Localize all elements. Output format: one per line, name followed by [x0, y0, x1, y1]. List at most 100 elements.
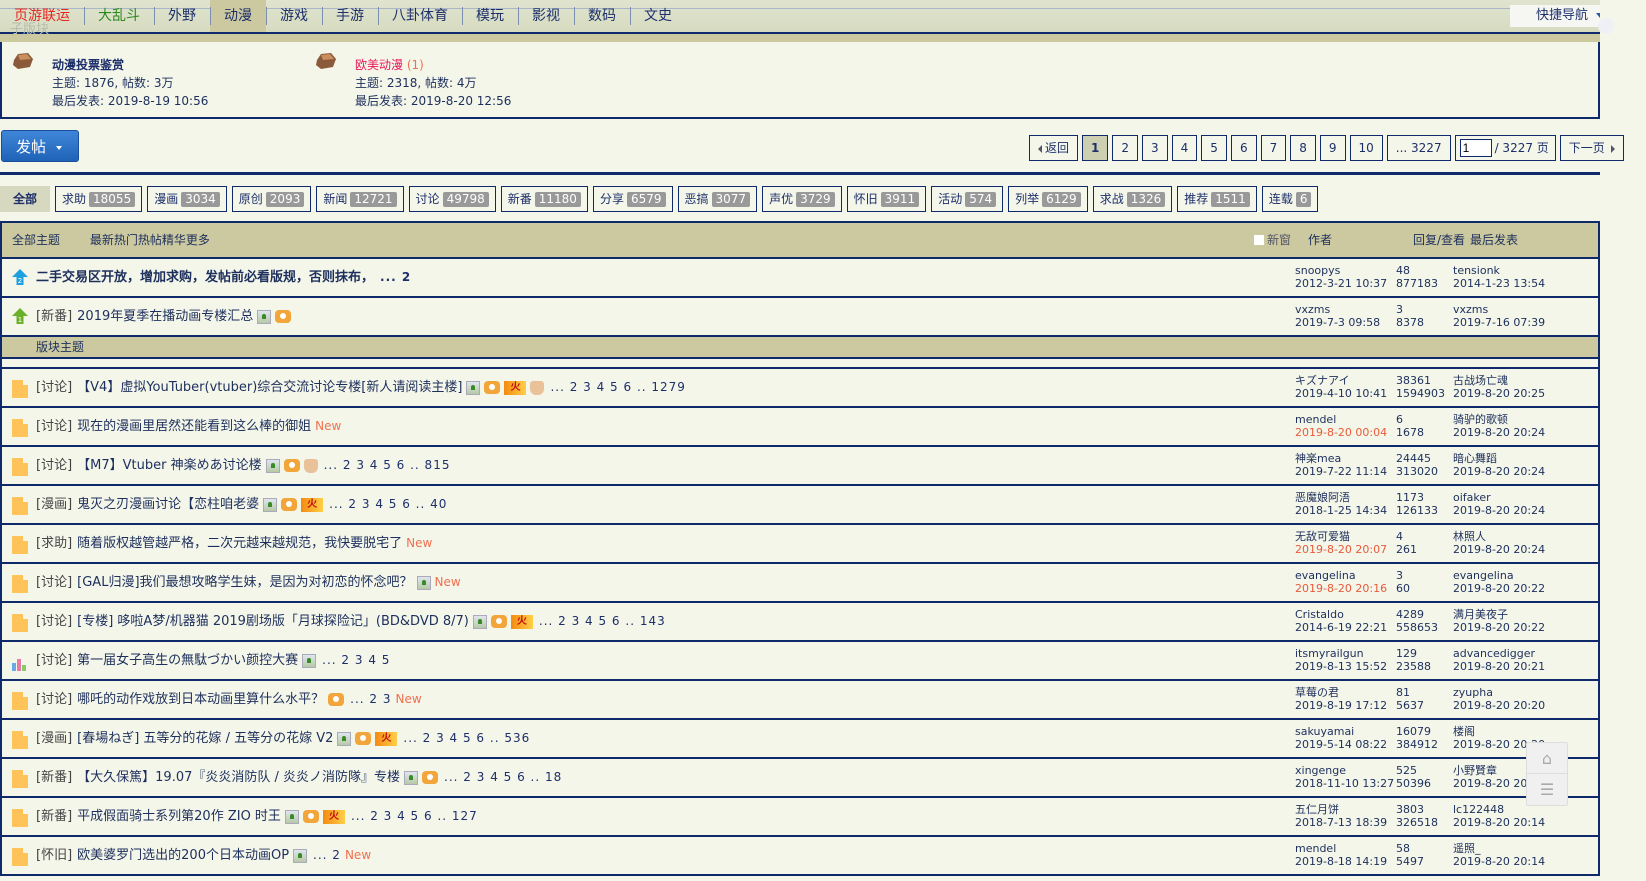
pager-page[interactable]: 5 — [1201, 135, 1227, 161]
last-post-date[interactable]: 2014-1-23 13:54 — [1453, 277, 1545, 290]
last-post-user[interactable]: evangelina — [1453, 569, 1545, 582]
last-post-user[interactable]: 骑驴的歌顿 — [1453, 413, 1545, 426]
type-filter-item[interactable]: 连载 6 — [1261, 186, 1319, 212]
type-filter-item[interactable]: 求助 18055 — [55, 186, 143, 212]
author-name[interactable]: mendel — [1295, 413, 1387, 426]
header-filter-link[interactable]: 热门 — [114, 233, 138, 247]
thread-title-link[interactable]: 欧美婆罗门选出的200个日本动画OP — [77, 848, 289, 863]
last-post-date[interactable]: 2019-8-20 20:24 — [1453, 426, 1545, 439]
type-filter-item[interactable]: 声优 3729 — [762, 186, 842, 212]
type-filter-item[interactable]: 新番 11180 — [500, 186, 588, 212]
last-post-date[interactable]: 2019-8-20 20:25 — [1453, 387, 1545, 400]
header-filter-link[interactable]: 热帖 — [138, 233, 162, 247]
author-name[interactable]: mendel — [1295, 842, 1387, 855]
last-post-user[interactable]: 遥照_ — [1453, 842, 1545, 855]
thread-page-links[interactable]: ... 2 3 4 5 6 .. 1279 — [550, 380, 686, 394]
back-to-top-button[interactable]: ⌂ — [1527, 743, 1567, 773]
type-filter-item[interactable]: 推荐 1511 — [1177, 186, 1257, 212]
type-filter-item[interactable]: 求战 1326 — [1092, 186, 1173, 212]
thread-type-tag[interactable]: [新番] — [36, 770, 72, 785]
author-name[interactable]: vxzms — [1295, 303, 1380, 316]
last-post-user[interactable]: 古战场亡魂 — [1453, 374, 1545, 387]
pager-page[interactable]: 8 — [1290, 135, 1316, 161]
pager-page[interactable]: 1 — [1082, 135, 1109, 161]
type-filter-item[interactable]: 活动 574 — [931, 186, 1004, 212]
sort-author[interactable]: 作者 — [1308, 223, 1332, 257]
nav-item[interactable]: 手游 — [322, 0, 378, 32]
thread-type-tag[interactable]: [讨论] — [36, 458, 72, 473]
nav-item[interactable]: 大乱斗 — [84, 0, 154, 32]
last-post-user[interactable]: 楼阁 — [1453, 725, 1545, 738]
thread-type-tag[interactable]: [讨论] — [36, 419, 72, 434]
type-filter-item[interactable]: 恶搞 3077 — [677, 186, 758, 212]
last-post-date[interactable]: 2019-7-16 07:39 — [1453, 316, 1545, 329]
thread-type-tag[interactable]: [漫画] — [36, 731, 72, 746]
header-filter-link[interactable]: 精华 — [162, 233, 186, 247]
subforum-name[interactable]: 欧美动漫 — [355, 58, 403, 72]
nav-item[interactable]: 影视 — [518, 0, 574, 32]
thread-title-link[interactable]: 【M7】Vtuber 神楽めあ讨论楼 — [77, 458, 261, 473]
type-filter-item[interactable]: 新闻 12721 — [316, 186, 404, 212]
pager-next-button[interactable]: 下一页 — [1559, 135, 1624, 161]
thread-page-links[interactable]: ... 2 3 4 5 6 .. 127 — [351, 809, 478, 823]
thread-title-link[interactable]: 【大久保篤】19.07『炎炎消防队 / 炎炎ノ消防隊』专楼 — [77, 770, 400, 785]
thread-type-tag[interactable]: [讨论] — [36, 653, 72, 668]
thread-type-tag[interactable]: [讨论] — [36, 614, 72, 629]
last-post-user[interactable]: oifaker — [1453, 491, 1545, 504]
author-name[interactable]: 草莓の君 — [1295, 686, 1387, 699]
thread-page-links[interactable]: ... 2 3 4 5 6 .. 143 — [539, 614, 666, 628]
pager-back-button[interactable]: 返回 — [1029, 135, 1079, 161]
last-post-user[interactable]: zyupha — [1453, 686, 1545, 699]
type-filter-item[interactable]: 全部 — [0, 186, 51, 212]
sort-last-post[interactable]: 最后发表 — [1470, 223, 1518, 257]
last-post-date[interactable]: 2019-8-20 20:14 — [1453, 816, 1545, 829]
thread-title-link[interactable]: 平成假面骑士系列第20作 ZIO 时王 — [77, 809, 281, 824]
nav-item[interactable]: 数码 — [574, 0, 630, 32]
author-name[interactable]: 神楽mea — [1295, 452, 1387, 465]
thread-page-links[interactable]: ... 2 3 4 5 6 .. 18 — [444, 770, 562, 784]
thread-page-links[interactable]: ... 2 3 — [350, 692, 391, 706]
author-name[interactable]: xingenge — [1295, 764, 1394, 777]
pager-page[interactable]: 10 — [1349, 135, 1383, 161]
thread-title-link[interactable]: 哪吒的动作戏放到日本动画里算什么水平？ — [77, 692, 324, 707]
thread-list-button[interactable]: ☰ — [1527, 773, 1567, 804]
last-post-user[interactable]: 满月美夜子 — [1453, 608, 1545, 621]
author-name[interactable]: キズナアイ — [1295, 374, 1387, 387]
author-name[interactable]: 五仁月饼 — [1295, 803, 1387, 816]
author-name[interactable]: snoopys — [1295, 264, 1387, 277]
sort-replies-views[interactable]: 回复/查看 — [1413, 223, 1465, 257]
thread-page-links[interactable]: ... 2 — [313, 848, 341, 862]
thread-type-tag[interactable]: [新番] — [36, 809, 72, 824]
thread-page-links[interactable]: ... 2 3 4 5 6 .. 40 — [329, 497, 447, 511]
subforum-name[interactable]: 动漫投票鉴赏 — [52, 58, 124, 72]
thread-type-tag[interactable]: [讨论] — [36, 380, 72, 395]
last-post-user[interactable]: advancedigger — [1453, 647, 1545, 660]
author-name[interactable]: evangelina — [1295, 569, 1387, 582]
last-post-user[interactable]: tensionk — [1453, 264, 1545, 277]
thread-title-link[interactable]: 随着版权越管越严格，二次元越来越规范，我快要脱宅了 — [77, 536, 402, 551]
thread-type-tag[interactable]: [求助] — [36, 536, 72, 551]
type-filter-item[interactable]: 漫画 3034 — [147, 186, 227, 212]
thread-type-tag[interactable]: [讨论] — [36, 575, 72, 590]
thread-title-link[interactable]: 二手交易区开放，增加求购，发帖前必看版规，否则抹布， — [36, 270, 374, 285]
thread-title-link[interactable]: 【V4】虚拟YouTuber(vtuber)综合交流讨论专楼[新人请阅读主楼] — [77, 380, 462, 395]
subforum-last-post[interactable]: 最后发表: 2019-8-19 10:56 — [52, 92, 208, 110]
pager-page[interactable]: 3 — [1142, 135, 1168, 161]
thread-title-link[interactable]: [专楼] 哆啦A梦/机器猫 2019剧场版「月球探险记」(BD&DVD 8/7) — [77, 614, 469, 629]
pager-page[interactable]: 9 — [1319, 135, 1346, 161]
author-name[interactable]: Cristaldo — [1295, 608, 1387, 621]
type-filter-item[interactable]: 原创 2093 — [231, 186, 312, 212]
nav-item[interactable]: 页游联运 — [0, 0, 84, 32]
last-post-date[interactable]: 2019-8-20 20:14 — [1453, 855, 1545, 868]
thread-type-tag[interactable]: [讨论] — [36, 692, 72, 707]
last-post-date[interactable]: 2019-8-20 20:22 — [1453, 621, 1545, 634]
thread-title-link[interactable]: 鬼灭之刃漫画讨论【恋柱咱老婆 — [77, 497, 259, 512]
checkbox[interactable] — [1254, 235, 1264, 245]
nav-item[interactable]: 动漫 — [210, 0, 266, 32]
new-post-button[interactable]: 发帖 — [1, 130, 79, 162]
thread-type-tag[interactable]: [漫画] — [36, 497, 72, 512]
last-post-date[interactable]: 2019-8-20 20:24 — [1453, 504, 1545, 517]
nav-item[interactable]: 外野 — [154, 0, 210, 32]
pager-last-page[interactable]: ... 3227 — [1386, 135, 1451, 161]
nav-item[interactable]: 文史 — [630, 0, 686, 32]
